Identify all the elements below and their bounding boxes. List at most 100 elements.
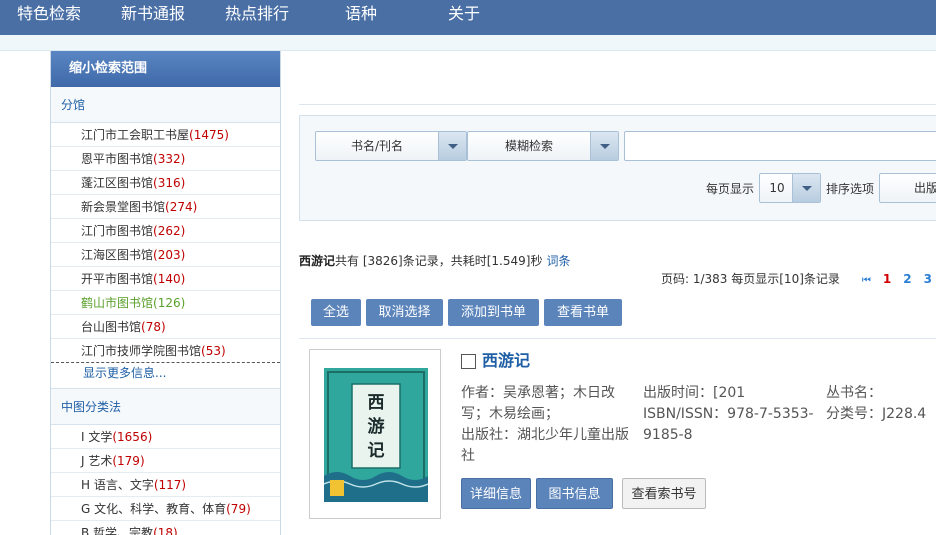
top-nav: 特色检索 新书通报 热点排行 语种 关于 [0,0,936,35]
library-count: (274) [165,200,198,214]
book-class-no: 分类号：J228.4 [826,406,927,422]
library-name: 江门市工会职工书屋 [81,128,190,142]
library-name: 江海区图书馆 [81,248,154,262]
result-stats: 共有 [3826]条记录，共耗时[1.549]秒 [335,254,543,268]
library-count: (1475) [189,128,229,142]
library-count: (203) [153,248,186,262]
library-count: (53) [201,344,226,358]
mode-select-arrow[interactable] [590,132,618,160]
library-count: (316) [153,176,186,190]
library-name: 新会景堂图书馆 [81,200,166,214]
sidebar-class-item[interactable]: G 文化、科学、教育、体育(79) [51,497,280,521]
field-select-arrow[interactable] [438,132,466,160]
nav-item-language[interactable]: 语种 [345,4,377,24]
library-name: 江门市技师学院图书馆 [81,344,202,358]
sort-select[interactable]: 出版 [879,173,936,203]
book-publisher: 出版社：湖北少年儿童出版社 [461,427,629,464]
sidebar-library-item[interactable]: 恩平市图书馆(332) [51,147,280,171]
chevron-down-icon [600,144,610,149]
book-select-checkbox[interactable] [461,354,476,369]
sidebar-library-item-active[interactable]: 鹤山市图书馆(126) [51,291,280,315]
class-count: (18) [153,526,178,535]
page-link[interactable]: 2 [903,272,911,286]
sidebar-library-item[interactable]: 开平市图书馆(140) [51,267,280,291]
chevron-down-icon [448,144,458,149]
sort-label: 排序选项 [826,182,875,196]
book-cover[interactable]: 西 游 记 [309,349,441,519]
class-count: (117) [153,478,187,492]
words-link[interactable]: 词条 [546,254,570,268]
refine-sidebar: 缩小检索范围 分馆 江门市工会职工书屋(1475) 恩平市图书馆(332) 蓬江… [50,51,281,535]
library-name: 鹤山市图书馆 [81,296,154,310]
library-name: 恩平市图书馆 [81,152,154,166]
page-link-current[interactable]: 1 [883,272,891,286]
result-query: 西游记 [299,254,336,268]
class-name: G 文化、科学、教育、体育 [81,502,227,516]
sort-value: 出版 [914,181,936,195]
field-select[interactable]: 书名/刊名 [315,131,467,161]
sidebar-library-item[interactable]: 台山图书馆(78) [51,315,280,339]
sidebar-section-classification[interactable]: 中图分类法 [51,389,280,425]
keyword-input[interactable] [624,131,936,161]
nav-underline [0,35,936,51]
sidebar-class-item[interactable]: J 艺术(179) [51,449,280,473]
sidebar-header: 缩小检索范围 [51,51,280,87]
library-count: (332) [153,152,186,166]
mode-select-value: 模糊检索 [504,139,553,153]
select-all-button[interactable]: 全选 [311,299,361,326]
svg-text:记: 记 [368,441,385,461]
nav-item-new-books[interactable]: 新书通报 [121,4,185,24]
library-count: (262) [153,224,186,238]
nav-item-hot-ranking[interactable]: 热点排行 [225,4,289,24]
add-to-list-button[interactable]: 添加到书单 [448,299,539,326]
first-page-icon[interactable]: ⏮ [862,275,871,286]
sidebar-library-item[interactable]: 江门市工会职工书屋(1475) [51,123,280,147]
sidebar-class-item[interactable]: I 文学(1656) [51,425,280,449]
main-divider [299,104,936,105]
detail-info-button[interactable]: 详细信息 [461,478,531,509]
library-name: 蓬江区图书馆 [81,176,154,190]
class-count: (79) [226,502,251,516]
pager-info: 页码: 1/383 每页显示[10]条记录 [661,272,840,286]
result-list-divider [299,338,936,339]
cancel-select-button[interactable]: 取消选择 [366,299,443,326]
sidebar-library-item[interactable]: 江海区图书馆(203) [51,243,280,267]
cover-title-text: 西 [368,393,385,413]
view-list-button[interactable]: 查看书单 [544,299,622,326]
show-more-link[interactable]: 显示更多信息... [51,363,280,389]
book-title-link[interactable]: 西游记 [482,351,530,371]
per-page-select[interactable]: 10 [759,173,821,203]
svg-text:游: 游 [368,416,385,437]
sidebar-library-item[interactable]: 江门市技师学院图书馆(53) [51,339,280,363]
book-pub-time: 出版时间：[201 [643,385,746,401]
library-name: 台山图书馆 [81,320,142,334]
library-name: 开平市图书馆 [81,272,154,286]
per-page-arrow[interactable] [792,174,820,202]
page-link[interactable]: 3 [924,272,932,286]
call-number-button[interactable]: 查看索书号 [622,478,706,509]
chevron-down-icon [802,186,812,191]
sidebar-class-item[interactable]: H 语言、文字(117) [51,473,280,497]
sidebar-section-branches[interactable]: 分馆 [51,87,280,123]
nav-item-special-search[interactable]: 特色检索 [17,4,81,24]
class-count: (1656) [112,430,153,444]
book-info-button[interactable]: 图书信息 [536,478,613,509]
nav-item-about[interactable]: 关于 [448,4,480,24]
sidebar-class-item[interactable]: B 哲学、宗教(18) [51,521,280,535]
per-page-value: 10 [769,181,785,195]
field-select-value: 书名/刊名 [350,139,404,153]
mode-select[interactable]: 模糊检索 [467,131,619,161]
class-name: B 哲学、宗教 [81,526,154,535]
class-name: I 文学 [81,430,113,444]
class-count: (179) [112,454,145,468]
book-author: 作者：吴承恩著；木日改写；木易绘画； [461,385,615,422]
class-name: J 艺术 [81,454,113,468]
sidebar-library-item[interactable]: 新会景堂图书馆(274) [51,195,280,219]
book-cover-image: 西 游 记 [324,368,428,502]
book-series: 丛书名： [826,385,882,401]
book-isbn: ISBN/ISSN：978-7-5353-9185-8 [643,406,814,443]
sidebar-library-item[interactable]: 蓬江区图书馆(316) [51,171,280,195]
per-page-label: 每页显示 [706,182,755,196]
sidebar-library-item[interactable]: 江门市图书馆(262) [51,219,280,243]
library-count: (140) [153,272,186,286]
